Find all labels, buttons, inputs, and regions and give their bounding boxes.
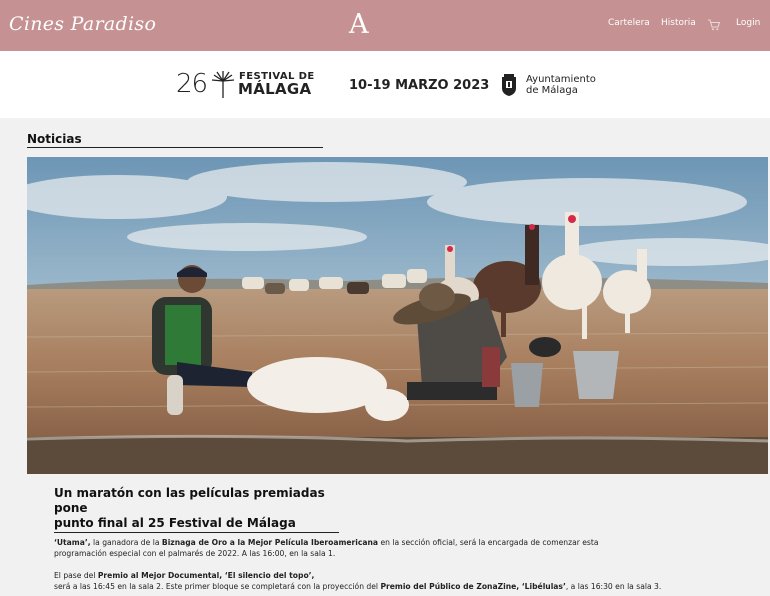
- top-navbar: Cines Paradiso A Cartelera Historia Logi…: [0, 0, 770, 51]
- festival-banner: 26 FESTIVAL DE MÁLAGA 10-19 MARZO 2023 A…: [0, 51, 770, 118]
- text: en la sección oficial, será la encargada…: [378, 538, 599, 547]
- nav-cartelera[interactable]: Cartelera: [608, 18, 650, 28]
- section-title: Noticias: [27, 132, 323, 148]
- article-paragraph-1-line2: programación especial con el palmarés de…: [54, 549, 336, 558]
- hero-image[interactable]: [27, 157, 768, 474]
- ayuntamiento-line1: Ayuntamiento: [526, 74, 596, 85]
- article-paragraph-2-line2: será a las 16:45 en la sala 2. Este prim…: [54, 581, 661, 593]
- cart-icon[interactable]: [707, 19, 721, 31]
- text: la ganadora de la: [90, 538, 162, 547]
- text: , a las 16:30 en la sala 3.: [565, 582, 662, 591]
- biznaga-flower-icon: [211, 71, 235, 98]
- nav-historia[interactable]: Historia: [661, 18, 696, 28]
- ayuntamiento-line2: de Málaga: [526, 85, 578, 96]
- article-title[interactable]: Un maratón con las películas premiadas p…: [54, 486, 339, 533]
- award-biznaga: Biznaga de Oro a la Mejor Película Ibero…: [161, 538, 379, 547]
- text: será a las 16:45 en la sala 2. Este prim…: [54, 582, 381, 591]
- article-title-line2: punto final al 25 Festival de Málaga: [54, 516, 296, 530]
- festival-edition: 26: [176, 69, 208, 99]
- festival-dates: 10-19 MARZO 2023: [349, 78, 490, 93]
- film-utama: ‘Utama’,: [54, 538, 91, 547]
- nav-login[interactable]: Login: [736, 18, 760, 28]
- text: El pase del: [54, 571, 98, 580]
- festival-name-line2: MÁLAGA: [238, 80, 312, 98]
- ayuntamiento-shield-icon: [502, 74, 516, 96]
- award-publico: Premio del Público de ZonaZine, ‘Libélul…: [380, 582, 566, 591]
- award-documental: Premio al Mejor Documental, ‘El silencio…: [97, 571, 315, 580]
- article-title-line1: Un maratón con las películas premiadas p…: [54, 486, 325, 515]
- site-logo[interactable]: A: [349, 9, 369, 40]
- site-brand[interactable]: Cines Paradiso: [9, 13, 156, 35]
